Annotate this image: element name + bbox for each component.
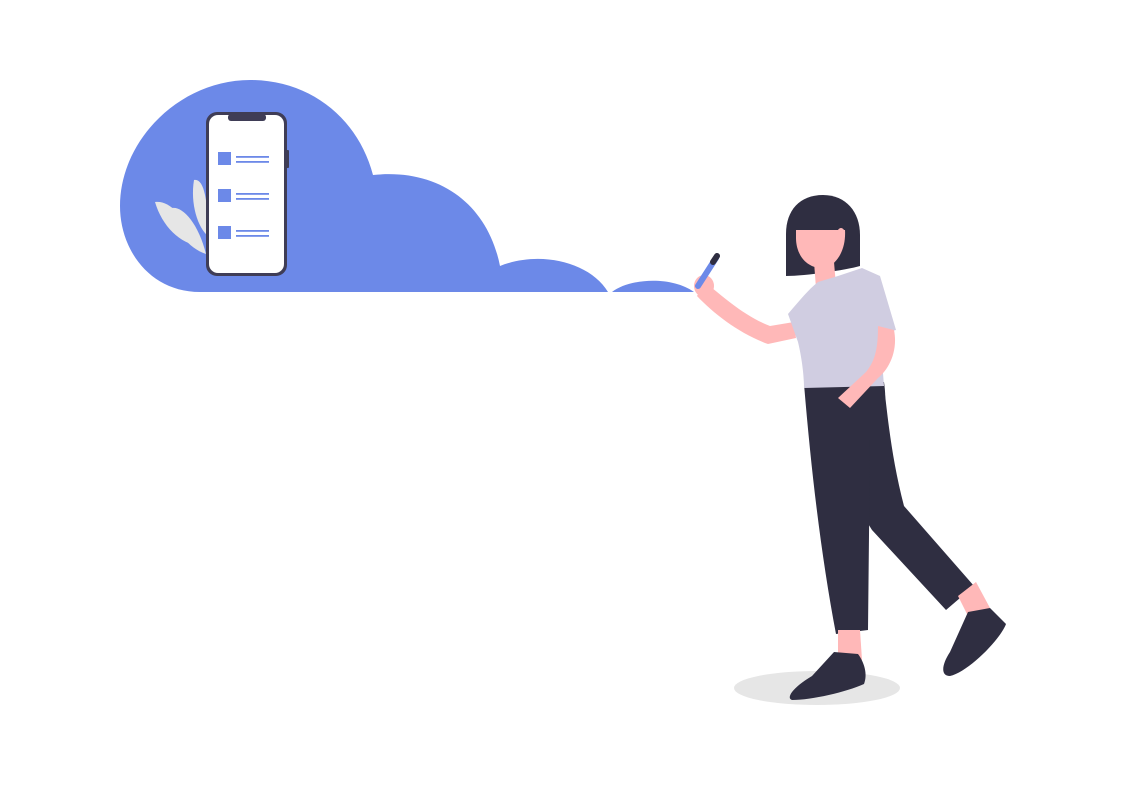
checklist-text-line — [236, 156, 269, 158]
pen-tip — [710, 253, 720, 265]
checkbox-icon — [218, 189, 231, 202]
back-shoe — [943, 608, 1006, 676]
phone-notch — [228, 114, 266, 121]
checklist-text-line — [236, 198, 269, 200]
illustration-canvas — [120, 80, 1006, 705]
checklist-text-line — [236, 235, 269, 237]
phone-side-button — [286, 150, 289, 168]
cloud-tail — [612, 280, 694, 292]
person — [694, 195, 1006, 700]
checkbox-icon — [218, 152, 231, 165]
checklist-text-line — [236, 193, 269, 195]
cloud-shape — [120, 80, 608, 292]
ear — [837, 228, 845, 240]
checklist-text-line — [236, 161, 269, 163]
checkbox-icon — [218, 226, 231, 239]
smartphone — [206, 112, 289, 276]
checklist-text-line — [236, 230, 269, 232]
